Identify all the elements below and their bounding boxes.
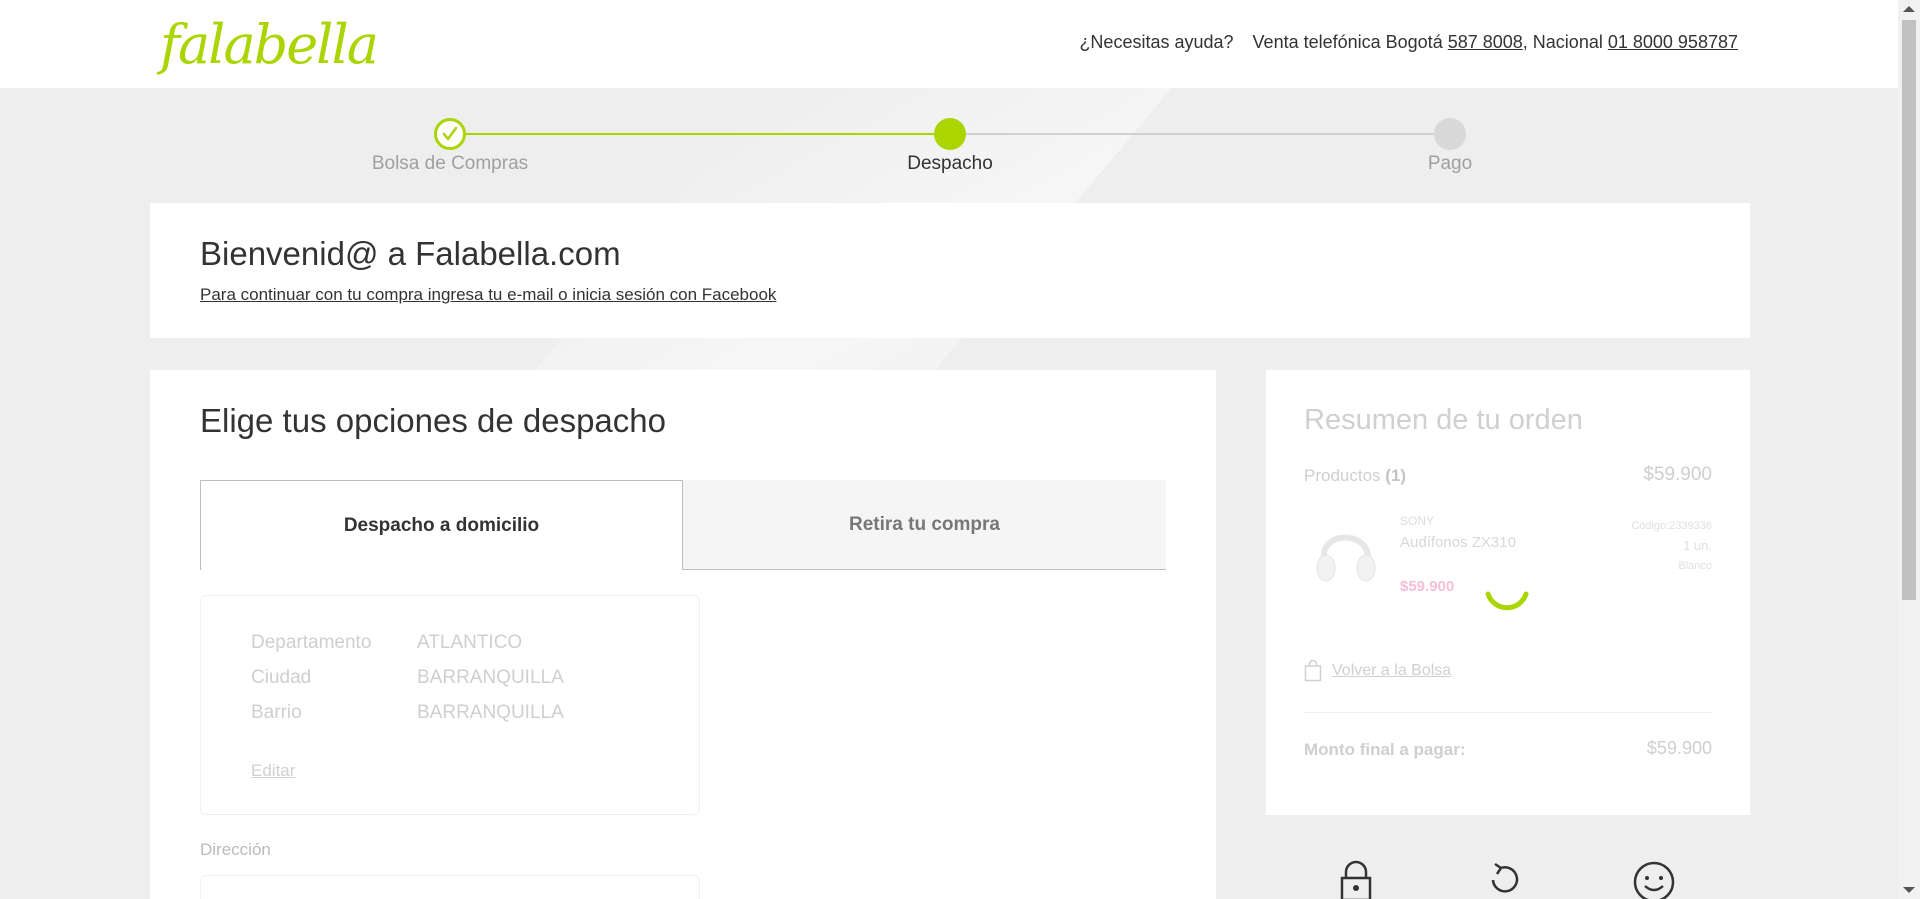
address-value: ATLANTICO [417,632,523,653]
phone-national-link[interactable]: 01 8000 958787 [1608,32,1738,52]
smile-icon [1633,861,1675,899]
refresh-icon [1491,862,1519,893]
scroll-up-arrow-icon[interactable] [1903,6,1915,12]
step-label-despacho: Despacho [907,153,993,174]
step-line-pending [950,133,1450,135]
phone-separator: , Nacional [1522,32,1603,52]
products-count: (1) [1385,466,1407,485]
direccion-label: Dirección [200,840,271,859]
shipping-tabs: Despacho a domicilio Retira tu compra [200,480,1166,570]
back-to-bag-link[interactable]: Volver a la Bolsa [1304,660,1451,682]
address-key: Ciudad [251,667,312,688]
direccion-input[interactable] [200,875,700,899]
welcome-title: Bienvenid@ a Falabella.com [200,235,621,272]
address-row-ciudad: Ciudad BARRANQUILLA [251,667,564,689]
back-to-bag-label[interactable]: Volver a la Bolsa [1332,662,1451,680]
welcome-card: Bienvenid@ a Falabella.com Para continua… [150,203,1750,338]
order-summary-card: Resumen de tu orden Productos (1) $59.90… [1266,370,1750,815]
shipping-options-card: Elige tus opciones de despacho Despacho … [150,370,1216,899]
tab-home-delivery[interactable]: Despacho a domicilio [200,480,683,570]
step-label-bolsa[interactable]: Bolsa de Compras [320,153,580,175]
step-pending-dot [1434,118,1466,150]
product-brand: SONY [1400,514,1435,528]
product-color: Blanco [1678,560,1712,572]
product-qty: 1 un. [1683,538,1712,553]
tab-store-pickup[interactable]: Retira tu compra [683,480,1166,570]
summary-divider [1304,712,1712,713]
product-code: Código:2339336 [1631,520,1712,532]
loading-spinner-icon [1485,591,1529,611]
address-row-barrio: Barrio BARRANQUILLA [251,702,564,724]
shipping-title: Elige tus opciones de despacho [200,402,666,439]
final-amount-label: Monto final a pagar: [1304,740,1466,759]
checkout-stepper: Bolsa de Compras Despacho Pago [0,88,1898,203]
edit-address-link[interactable]: Editar [251,761,295,781]
phone-prefix: Venta telefónica Bogotá [1252,32,1443,52]
final-amount-value: $59.900 [1646,738,1712,758]
product-meta: Código:2339336 1 un. Blanco [1631,516,1712,576]
page-scrollbar[interactable] [1898,0,1920,899]
product-name[interactable]: Audífonos ZX310 [1400,534,1516,551]
product-price: $59.900 [1400,578,1455,595]
products-total: $59.900 [1643,464,1712,485]
headphones-product-image [1316,534,1376,582]
address-value: BARRANQUILLA [417,702,564,723]
products-label: Productos [1304,466,1381,485]
help-question: ¿Necesitas ayuda? [1079,32,1234,52]
site-header: falabella ¿Necesitas ayuda? Venta telefó… [0,0,1898,88]
summary-title: Resumen de tu orden [1304,404,1583,436]
step-done-check-icon[interactable] [434,118,466,150]
check-icon [442,126,458,141]
step-label-pago: Pago [1427,153,1473,174]
login-link[interactable]: Para continuar con tu compra ingresa tu … [200,285,776,305]
address-value: BARRANQUILLA [417,667,564,688]
scrollbar-thumb[interactable] [1902,20,1916,600]
phone-bogota-link[interactable]: 587 8008 [1448,32,1523,52]
falabella-logo[interactable]: falabella [160,18,379,72]
lock-icon [1340,860,1372,899]
products-count-label: Productos (1) [1304,466,1406,486]
address-box: Departamento ATLANTICO Ciudad BARRANQUILLA… [200,595,700,815]
step-active-dot [934,118,966,150]
address-key: Departamento [251,632,372,653]
step-line-complete [450,133,950,135]
shopping-bag-icon [1304,660,1322,682]
address-row-departamento: Departamento ATLANTICO [251,632,522,654]
address-key: Barrio [251,702,302,723]
help-contact: ¿Necesitas ayuda? Venta telefónica Bogot… [1079,32,1738,53]
scroll-down-arrow-icon[interactable] [1903,887,1915,893]
